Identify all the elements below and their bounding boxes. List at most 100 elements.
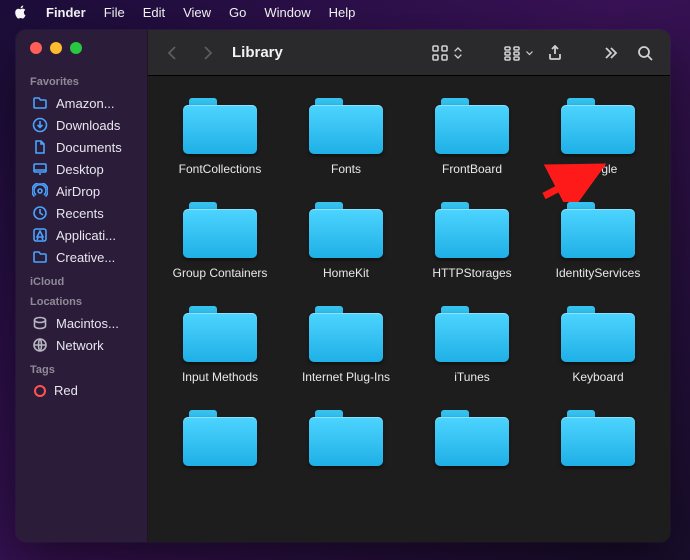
folder-item[interactable]: Google (540, 98, 656, 176)
folder-item[interactable]: Keyboard (540, 306, 656, 384)
chevrons-right-icon (603, 45, 619, 61)
sidebar-item[interactable]: AirDrop (28, 180, 139, 202)
finder-window: Favorites Amazon... Downloads DocumentsDes… (16, 30, 670, 542)
folder-label: HomeKit (323, 266, 369, 280)
folder-icon (561, 98, 635, 154)
airdrop-icon (32, 183, 48, 199)
minimize-button[interactable] (50, 42, 62, 54)
chevron-down-icon (525, 44, 534, 62)
sidebar-item[interactable]: Macintos... (28, 312, 139, 334)
folder-icon (435, 202, 509, 258)
window-controls (28, 40, 139, 68)
sidebar-item-label: Recents (56, 206, 104, 221)
folder-item[interactable] (414, 410, 530, 474)
menubar: Finder File Edit View Go Window Help (0, 0, 690, 24)
menubar-view[interactable]: View (183, 5, 211, 20)
folder-item[interactable] (288, 410, 404, 474)
sidebar-item-label: Network (56, 338, 104, 353)
apple-logo-icon[interactable] (14, 5, 28, 19)
folder-item[interactable]: IdentityServices (540, 202, 656, 280)
sidebar-item-label: AirDrop (56, 184, 100, 199)
folder-icon (309, 306, 383, 362)
folder-icon (32, 95, 48, 111)
menubar-app-name[interactable]: Finder (46, 5, 86, 20)
menubar-go[interactable]: Go (229, 5, 246, 20)
folder-item[interactable]: Internet Plug-Ins (288, 306, 404, 384)
sidebar-heading-locations: Locations (30, 296, 139, 308)
folder-item[interactable]: Fonts (288, 98, 404, 176)
search-icon (637, 45, 653, 61)
sidebar-item-label: Red (54, 383, 78, 398)
folder-icon (561, 306, 635, 362)
folder-label: iTunes (454, 370, 490, 384)
sidebar-heading-favorites: Favorites (30, 76, 139, 88)
sidebar-item[interactable]: Recents (28, 202, 139, 224)
folder-label: FontCollections (179, 162, 262, 176)
share-button[interactable] (542, 40, 568, 66)
sidebar-item[interactable]: Desktop (28, 158, 139, 180)
sidebar-heading-tags: Tags (30, 364, 139, 376)
folder-icon (435, 98, 509, 154)
sidebar-item[interactable]: Documents (28, 136, 139, 158)
back-button[interactable] (160, 40, 186, 66)
folder-item[interactable]: HTTPStorages (414, 202, 530, 280)
sidebar-item[interactable]: Creative... (28, 246, 139, 268)
sidebar-item-label: Macintos... (56, 316, 119, 331)
sidebar-heading-icloud: iCloud (30, 276, 139, 288)
menubar-edit[interactable]: Edit (143, 5, 165, 20)
clock-icon (32, 205, 48, 221)
view-mode-button[interactable] (431, 44, 463, 62)
sidebar-item-label: Creative... (56, 250, 115, 265)
folder-label: Internet Plug-Ins (302, 370, 390, 384)
download-icon (32, 117, 48, 133)
folder-item[interactable]: HomeKit (288, 202, 404, 280)
stack-icon (503, 44, 521, 62)
sidebar-item-label: Applicati... (56, 228, 116, 243)
document-icon (32, 139, 48, 155)
toolbar: Library (148, 30, 670, 76)
folder-item[interactable]: Input Methods (162, 306, 278, 384)
folder-icon (183, 202, 257, 258)
folder-icon (309, 410, 383, 466)
sidebar-item[interactable]: Network (28, 334, 139, 356)
disk-icon (32, 315, 48, 331)
folder-icon (309, 98, 383, 154)
sidebar-item-label: Downloads (56, 118, 120, 133)
folder-label: Input Methods (182, 370, 258, 384)
grid-icon (431, 44, 449, 62)
folder-icon (561, 202, 635, 258)
menubar-file[interactable]: File (104, 5, 125, 20)
folder-icon (309, 202, 383, 258)
folder-item[interactable]: FrontBoard (414, 98, 530, 176)
group-by-button[interactable] (503, 44, 534, 62)
sidebar-item[interactable]: Downloads (28, 114, 139, 136)
toolbar-overflow-button[interactable] (598, 40, 624, 66)
folder-icon (435, 410, 509, 466)
forward-button[interactable] (194, 40, 220, 66)
folder-icon (183, 306, 257, 362)
search-button[interactable] (632, 40, 658, 66)
folder-label: HTTPStorages (432, 266, 511, 280)
folder-item[interactable]: FontCollections (162, 98, 278, 176)
folder-label: FrontBoard (442, 162, 502, 176)
sidebar-item[interactable]: Amazon... (28, 92, 139, 114)
content-area[interactable]: FontCollections Fonts FrontBoard Google Grou… (148, 76, 670, 542)
folder-item[interactable]: iTunes (414, 306, 530, 384)
globe-icon (32, 337, 48, 353)
folder-icon (183, 98, 257, 154)
sidebar-item[interactable]: Applicati... (28, 224, 139, 246)
location-title: Library (232, 44, 283, 61)
folder-item[interactable]: Group Containers (162, 202, 278, 280)
sidebar-tag-red[interactable]: Red (28, 380, 139, 401)
folder-item[interactable] (162, 410, 278, 474)
sidebar-item-label: Amazon... (56, 96, 115, 111)
zoom-button[interactable] (70, 42, 82, 54)
sidebar: Favorites Amazon... Downloads DocumentsDes… (16, 30, 148, 542)
folder-item[interactable] (540, 410, 656, 474)
menubar-help[interactable]: Help (329, 5, 356, 20)
folder-icon (183, 410, 257, 466)
folder-label: Group Containers (173, 266, 268, 280)
menubar-window[interactable]: Window (264, 5, 310, 20)
folder-icon (32, 249, 48, 265)
close-button[interactable] (30, 42, 42, 54)
